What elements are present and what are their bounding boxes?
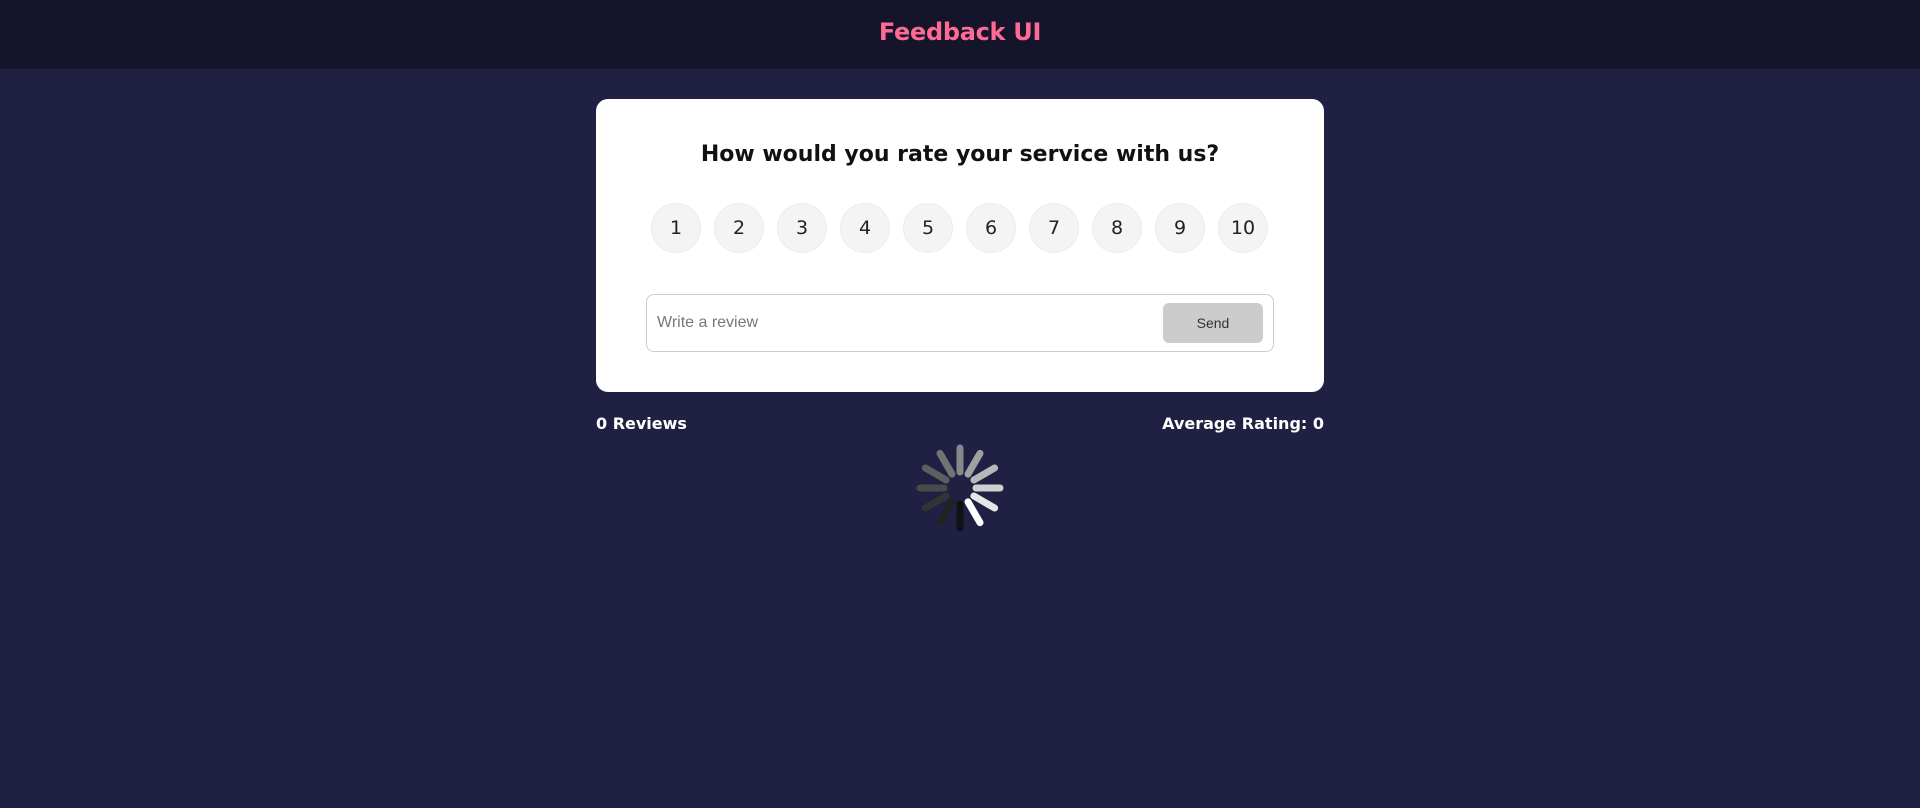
rating-option-5[interactable]: 5 bbox=[903, 203, 953, 253]
rating-option-8[interactable]: 8 bbox=[1092, 203, 1142, 253]
rating-option-3[interactable]: 3 bbox=[777, 203, 827, 253]
rating-option-1[interactable]: 1 bbox=[651, 203, 701, 253]
rating-option-6[interactable]: 6 bbox=[966, 203, 1016, 253]
rating-question: How would you rate your service with us? bbox=[700, 142, 1220, 167]
average-rating: Average Rating: 0 bbox=[1162, 414, 1324, 433]
app-header: Feedback UI bbox=[0, 0, 1920, 69]
send-button[interactable]: Send bbox=[1163, 303, 1263, 343]
review-count: 0 Reviews bbox=[596, 414, 687, 433]
review-input[interactable] bbox=[657, 305, 1157, 341]
rating-option-4[interactable]: 4 bbox=[840, 203, 890, 253]
rating-options: 1 2 3 4 5 6 7 8 9 10 bbox=[651, 203, 1268, 253]
rating-option-7[interactable]: 7 bbox=[1029, 203, 1079, 253]
rating-option-2[interactable]: 2 bbox=[714, 203, 764, 253]
loading-spinner-icon bbox=[916, 444, 1004, 532]
review-form: Send bbox=[646, 294, 1274, 352]
rating-option-9[interactable]: 9 bbox=[1155, 203, 1205, 253]
rating-option-10[interactable]: 10 bbox=[1218, 203, 1268, 253]
feedback-card: How would you rate your service with us?… bbox=[596, 99, 1324, 392]
app-title: Feedback UI bbox=[878, 18, 1042, 46]
